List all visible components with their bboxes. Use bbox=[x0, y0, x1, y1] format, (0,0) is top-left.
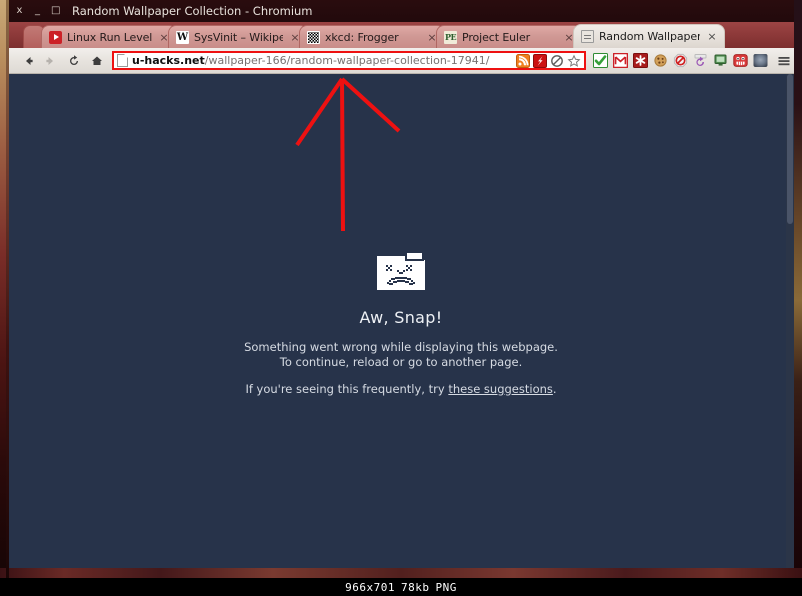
refresh-extension-icon[interactable] bbox=[693, 53, 708, 68]
wikipedia-icon: W bbox=[176, 30, 189, 44]
window-title-bar: x _ □ Random Wallpaper Collection - Chro… bbox=[8, 0, 794, 22]
tab-xkcd-frogger[interactable]: xkcd: Frogger × bbox=[299, 25, 445, 48]
extension-icon-row bbox=[589, 53, 774, 68]
error-title: Aw, Snap! bbox=[359, 308, 443, 327]
window-minimize-button[interactable]: _ bbox=[33, 6, 42, 16]
url-host: u-hacks.net bbox=[132, 53, 205, 67]
error-page-content: Aw, Snap! Something went wrong while dis… bbox=[8, 74, 794, 396]
tab-random-wallpaper-collection[interactable]: Random Wallpaper C × bbox=[573, 24, 725, 48]
tab-linux-run-levels[interactable]: Linux Run Levels (Pa × bbox=[41, 25, 177, 48]
page-scrollbar[interactable] bbox=[786, 74, 794, 568]
adblock-stop-extension-icon[interactable] bbox=[673, 53, 688, 68]
error-message-line1: Something went wrong while displaying th… bbox=[244, 340, 558, 354]
wallpaper-frame-right-edge bbox=[794, 0, 802, 578]
tab-label: SysVinit – Wikipedia bbox=[194, 30, 283, 44]
tab-label: Random Wallpaper C bbox=[599, 30, 700, 43]
home-icon[interactable] bbox=[85, 50, 108, 72]
tab-label: Linux Run Levels (Pa bbox=[67, 30, 152, 44]
tab-close-icon[interactable]: × bbox=[706, 31, 718, 42]
tab-label: Project Euler bbox=[462, 30, 531, 44]
blurred-extension-icon[interactable] bbox=[753, 53, 768, 68]
page-info-icon[interactable] bbox=[117, 54, 128, 67]
suggestion-suffix: . bbox=[552, 382, 557, 396]
error-message: Something went wrong while displaying th… bbox=[8, 340, 794, 370]
window-close-button[interactable]: x bbox=[15, 6, 24, 16]
browser-toolbar: u-hacks.net/wallpaper-166/random-wallpap… bbox=[8, 48, 794, 74]
address-bar[interactable]: u-hacks.net/wallpaper-166/random-wallpap… bbox=[112, 51, 586, 70]
these-suggestions-link[interactable]: these suggestions bbox=[448, 382, 553, 396]
error-suggestion: If you're seeing this frequently, try th… bbox=[8, 382, 794, 396]
navigation-buttons bbox=[8, 50, 108, 72]
scrollbar-thumb[interactable] bbox=[787, 74, 793, 224]
flash-plugin-icon[interactable] bbox=[533, 53, 547, 68]
omnibox-action-icons bbox=[516, 53, 582, 68]
image-format: PNG bbox=[435, 580, 457, 594]
image-status-bar: 966x701 78kb PNG bbox=[0, 578, 802, 596]
asterisk-extension-icon[interactable] bbox=[633, 53, 648, 68]
error-message-line2: To continue, reload or go to another pag… bbox=[279, 355, 523, 369]
window-controls: x _ □ bbox=[8, 6, 61, 16]
suggestion-prefix: If you're seeing this frequently, try bbox=[245, 382, 449, 396]
project-euler-icon: PE bbox=[444, 30, 457, 44]
xkcd-icon bbox=[307, 30, 320, 44]
window-title: Random Wallpaper Collection - Chromium bbox=[72, 4, 313, 18]
chromium-browser-window: x _ □ Random Wallpaper Collection - Chro… bbox=[8, 0, 794, 568]
screenshot-image: x _ □ Random Wallpaper Collection - Chro… bbox=[0, 0, 802, 578]
tab-label: xkcd: Frogger bbox=[325, 30, 399, 44]
image-viewer: x _ □ Random Wallpaper Collection - Chro… bbox=[0, 0, 802, 596]
cookie-extension-icon[interactable] bbox=[653, 53, 668, 68]
tab-sysvinit-wikipedia[interactable]: W SysVinit – Wikipedia × bbox=[168, 25, 308, 48]
rss-feed-icon[interactable] bbox=[516, 53, 530, 68]
forward-arrow-icon bbox=[39, 50, 62, 72]
document-icon bbox=[581, 30, 594, 43]
blocked-plugin-icon[interactable] bbox=[550, 54, 564, 68]
screen-extension-icon[interactable] bbox=[713, 53, 728, 68]
gmail-extension-icon[interactable] bbox=[613, 53, 628, 68]
tab-strip: Linux Run Levels (Pa × W SysVinit – Wiki… bbox=[8, 22, 794, 48]
reload-icon[interactable] bbox=[62, 50, 85, 72]
image-filesize: 78kb bbox=[400, 580, 430, 594]
wallpaper-frame-bottom-edge bbox=[0, 568, 802, 578]
url-text: u-hacks.net/wallpaper-166/random-wallpap… bbox=[132, 54, 516, 68]
window-maximize-button[interactable]: □ bbox=[51, 6, 60, 16]
sad-folder-icon bbox=[377, 251, 425, 290]
tab-project-euler[interactable]: PE Project Euler × bbox=[436, 25, 582, 48]
image-dimensions: 966x701 bbox=[345, 580, 395, 594]
youtube-icon bbox=[49, 30, 62, 44]
wallpaper-frame-left-inner-edge bbox=[6, 0, 9, 578]
back-arrow-icon[interactable] bbox=[16, 50, 39, 72]
hamburger-menu-icon[interactable] bbox=[774, 50, 794, 72]
url-path: /wallpaper-166/random-wallpaper-collecti… bbox=[204, 53, 490, 67]
smiley-extension-icon[interactable] bbox=[733, 53, 748, 68]
page-viewport: Aw, Snap! Something went wrong while dis… bbox=[8, 74, 794, 568]
bookmark-star-icon[interactable] bbox=[567, 54, 581, 68]
checkmark-extension-icon[interactable] bbox=[593, 53, 608, 68]
